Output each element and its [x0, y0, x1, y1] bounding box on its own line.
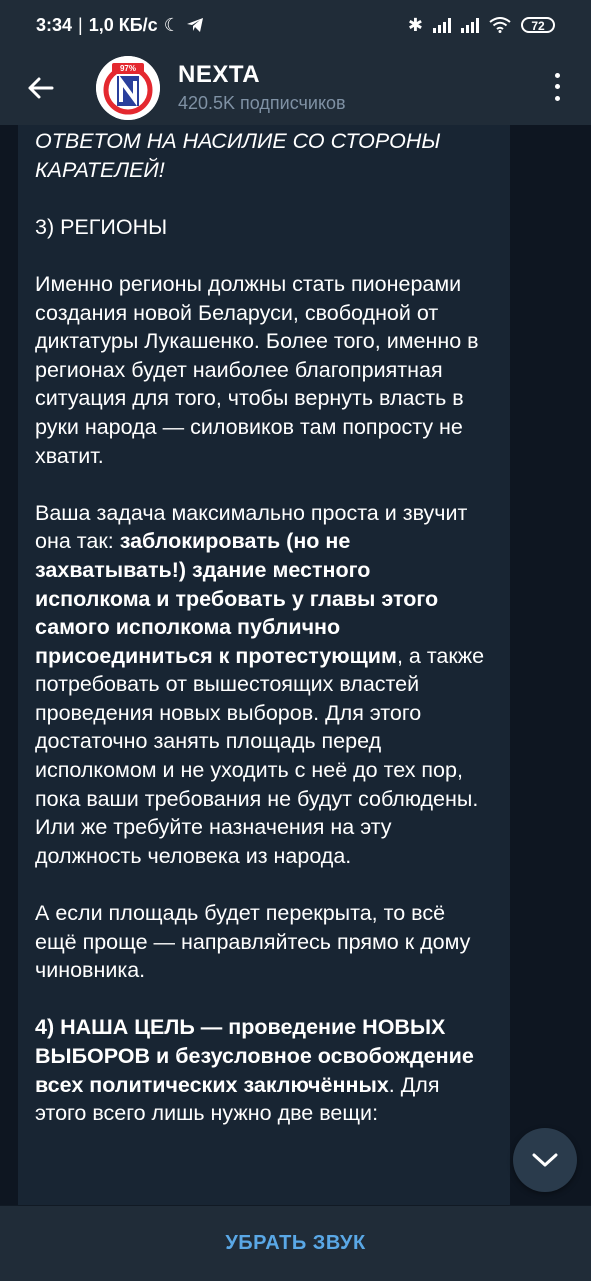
channel-title-block[interactable]: NEXTA 420.5K подписчиков [178, 61, 346, 114]
mute-button[interactable]: УБРАТЬ ЗВУК [225, 1232, 365, 1255]
status-time: 3:34 [36, 14, 73, 35]
signal-icon [433, 17, 451, 33]
status-right: ✱ 72 [408, 15, 555, 36]
message-paragraph: А если площадь будет перекрыта, то всё е… [35, 901, 471, 983]
back-button[interactable] [0, 50, 80, 125]
channel-title: NEXTA [178, 61, 261, 88]
subscriber-count: 420.5K подписчиков [178, 93, 346, 113]
bottom-bar: УБРАТЬ ЗВУК [0, 1205, 591, 1281]
wifi-icon [489, 17, 511, 33]
bluetooth-icon: ✱ [407, 14, 423, 35]
message-bubble: ОТВЕТОМ НА НАСИЛИЕ СО СТОРОНЫ КАРАТЕЛЕЙ!… [18, 125, 510, 1215]
signal-icon-2 [461, 17, 479, 33]
message-paragraph: Именно регионы должны стать пионерами со… [35, 271, 479, 468]
message-paragraph-italic: ОТВЕТОМ НА НАСИЛИЕ СО СТОРОНЫ КАРАТЕЛЕЙ! [35, 129, 441, 182]
message-text: ОТВЕТОМ НА НАСИЛИЕ СО СТОРОНЫ КАРАТЕЛЕЙ!… [18, 127, 510, 1128]
message-paragraph: Ваша задача максимально проста и звучит … [35, 500, 485, 868]
moon-icon: ☾ [163, 14, 180, 35]
channel-avatar[interactable]: 97% [96, 55, 160, 120]
arrow-left-icon [28, 77, 54, 98]
avatar-badge: 97% [119, 63, 136, 73]
status-bar: 3:34 | 1,0 КБ/с ☾ ✱ 72 [0, 0, 591, 50]
chat-header: 97% NEXTA 420.5K подписчиков [0, 50, 591, 125]
message-paragraph: 4) НАША ЦЕЛЬ — проведение НОВЫХ ВЫБОРОВ … [35, 1015, 474, 1126]
battery-icon: 72 [521, 17, 555, 33]
status-left: 3:34 | 1,0 КБ/с ☾ [36, 15, 204, 36]
scroll-down-button[interactable] [513, 1128, 577, 1192]
telegram-icon [186, 18, 203, 32]
message-heading-regions: 3) РЕГИОНЫ [35, 214, 168, 239]
chevron-down-icon [532, 1153, 558, 1167]
net-speed: 1,0 КБ/с [88, 14, 158, 35]
more-vertical-icon[interactable] [545, 70, 569, 104]
